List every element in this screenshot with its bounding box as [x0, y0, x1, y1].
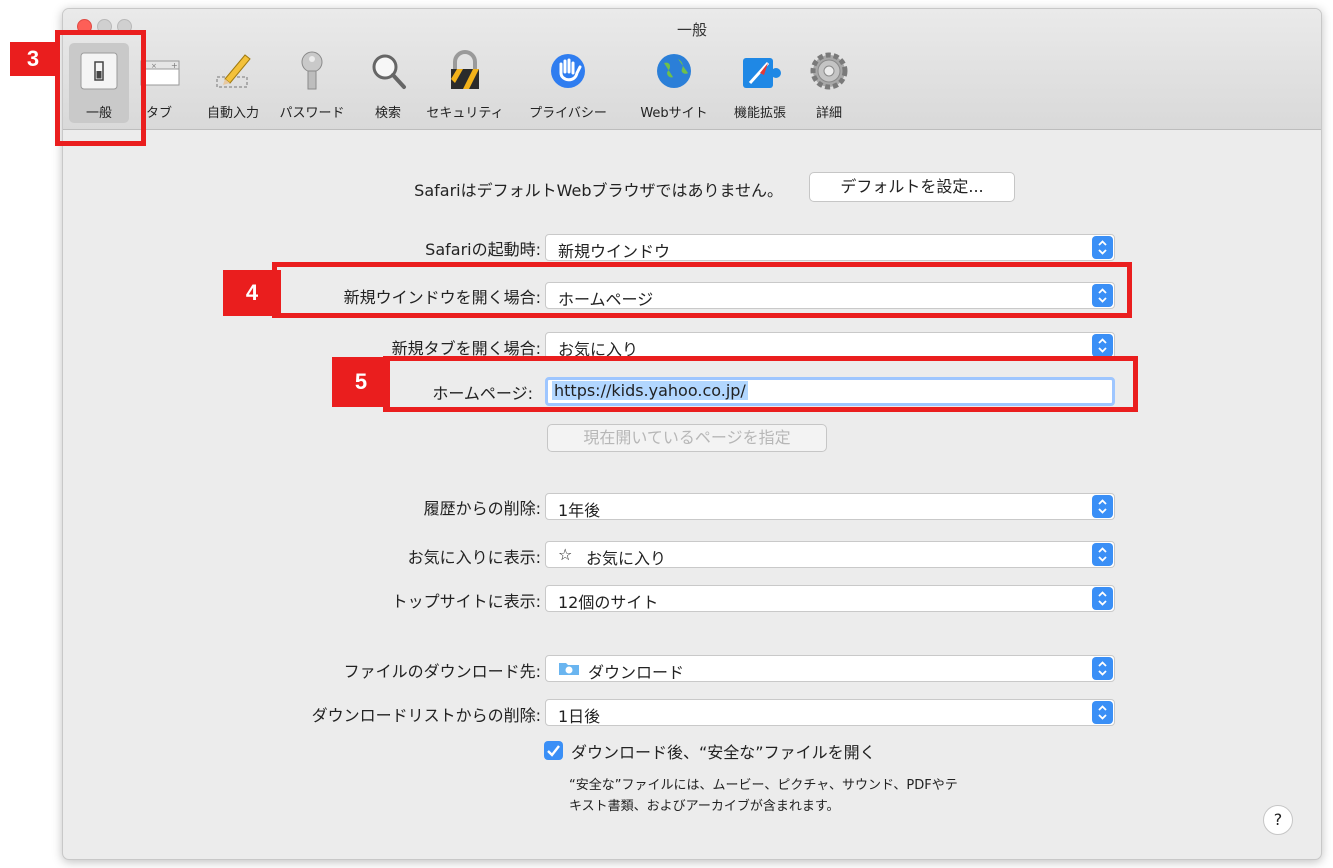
- favorites-show-value: お気に入り: [586, 549, 667, 568]
- svg-text:×: ×: [151, 62, 157, 70]
- chevron-updown-icon: [1092, 236, 1113, 259]
- tab-advanced-label: 詳細: [815, 106, 842, 121]
- annotation-marker-3: 3: [10, 42, 56, 76]
- default-browser-message: SafariはデフォルトWebブラウザではありません。: [414, 181, 783, 200]
- svg-text:+: +: [171, 61, 178, 70]
- download-location-select[interactable]: ダウンロード: [545, 655, 1115, 682]
- tab-websites[interactable]: Webサイト: [629, 43, 719, 123]
- annotation-box-5: [383, 356, 1138, 412]
- download-location-value: ダウンロード: [588, 663, 685, 682]
- chevron-updown-icon: [1092, 495, 1113, 518]
- new-tab-select[interactable]: お気に入り: [545, 332, 1115, 359]
- set-default-button[interactable]: デフォルトを設定...: [809, 172, 1015, 202]
- tab-search-label: 検索: [374, 106, 401, 121]
- tab-security[interactable]: セキュリティ: [419, 43, 511, 123]
- tab-privacy-label: プライバシー: [529, 106, 607, 121]
- tab-passwords-label: パスワード: [279, 106, 345, 121]
- hand-icon: [546, 49, 590, 93]
- chevron-updown-icon: [1092, 543, 1113, 566]
- safe-files-note: “安全な”ファイルには、ムービー、ピクチャ、サウンド、PDFやテキスト書類、およ…: [569, 778, 958, 814]
- open-safe-files-checkbox[interactable]: [544, 741, 563, 760]
- lock-icon: [443, 49, 487, 93]
- launch-select[interactable]: 新規ウインドウ: [545, 234, 1115, 261]
- remove-download-list-value: 1日後: [558, 707, 601, 726]
- key-icon: [290, 49, 334, 93]
- star-icon: ☆: [558, 545, 573, 564]
- general-settings-panel: SafariはデフォルトWebブラウザではありません。 デフォルトを設定... …: [63, 130, 1321, 859]
- remove-download-list-select[interactable]: 1日後: [545, 699, 1115, 726]
- remove-history-value: 1年後: [558, 501, 601, 520]
- annotation-marker-4: 4: [223, 270, 281, 316]
- remove-history-label: 履歴からの削除:: [423, 499, 541, 518]
- chevron-updown-icon: [1092, 587, 1113, 610]
- gear-icon: [807, 49, 851, 93]
- tab-autofill-label: 自動入力: [206, 106, 259, 121]
- topsites-show-select[interactable]: 12個のサイト: [545, 585, 1115, 612]
- chevron-updown-icon: [1092, 701, 1113, 724]
- chevron-updown-icon: [1092, 334, 1113, 357]
- preferences-window: 一般 一般 × + タブ 自動入力 パスワード 検索 セキュリティ プライバシー…: [62, 8, 1322, 860]
- launch-value: 新規ウインドウ: [558, 242, 671, 261]
- topsites-show-label: トップサイトに表示:: [391, 592, 541, 611]
- annotation-box-3: [55, 30, 146, 146]
- favorites-show-label: お気に入りに表示:: [407, 548, 541, 567]
- checkmark-icon: [547, 745, 560, 757]
- puzzle-compass-icon: [738, 49, 782, 93]
- download-folder-icon: [558, 660, 580, 680]
- tab-extensions[interactable]: 機能拡張: [727, 43, 793, 123]
- annotation-box-4: [272, 262, 1132, 318]
- tab-websites-label: Webサイト: [640, 106, 708, 121]
- tab-extensions-label: 機能拡張: [733, 106, 786, 121]
- set-current-page-button[interactable]: 現在開いているページを指定: [547, 424, 827, 452]
- help-button[interactable]: ?: [1263, 805, 1293, 835]
- topsites-show-value: 12個のサイト: [558, 593, 659, 612]
- toolbar: 一般 一般 × + タブ 自動入力 パスワード 検索 セキュリティ プライバシー…: [63, 9, 1321, 130]
- chevron-updown-icon: [1092, 657, 1113, 680]
- launch-label: Safariの起動時:: [425, 240, 541, 259]
- tab-advanced[interactable]: 詳細: [803, 43, 855, 123]
- remove-history-select[interactable]: 1年後: [545, 493, 1115, 520]
- annotation-marker-5: 5: [332, 357, 390, 407]
- magnifier-icon: [366, 49, 410, 93]
- tab-security-label: セキュリティ: [426, 106, 504, 121]
- tab-passwords[interactable]: パスワード: [271, 43, 353, 123]
- favorites-show-select[interactable]: ☆ お気に入り: [545, 541, 1115, 568]
- tab-search[interactable]: 検索: [363, 43, 413, 123]
- pencil-icon: [211, 49, 255, 93]
- window-title: 一般: [676, 21, 707, 39]
- globe-icon: [652, 49, 696, 93]
- tab-privacy[interactable]: プライバシー: [517, 43, 619, 123]
- remove-download-list-label: ダウンロードリストからの削除:: [311, 706, 541, 725]
- tab-autofill[interactable]: 自動入力: [199, 43, 267, 123]
- download-location-label: ファイルのダウンロード先:: [343, 662, 541, 681]
- open-safe-files-label: ダウンロード後、“安全な”ファイルを開く: [571, 743, 876, 762]
